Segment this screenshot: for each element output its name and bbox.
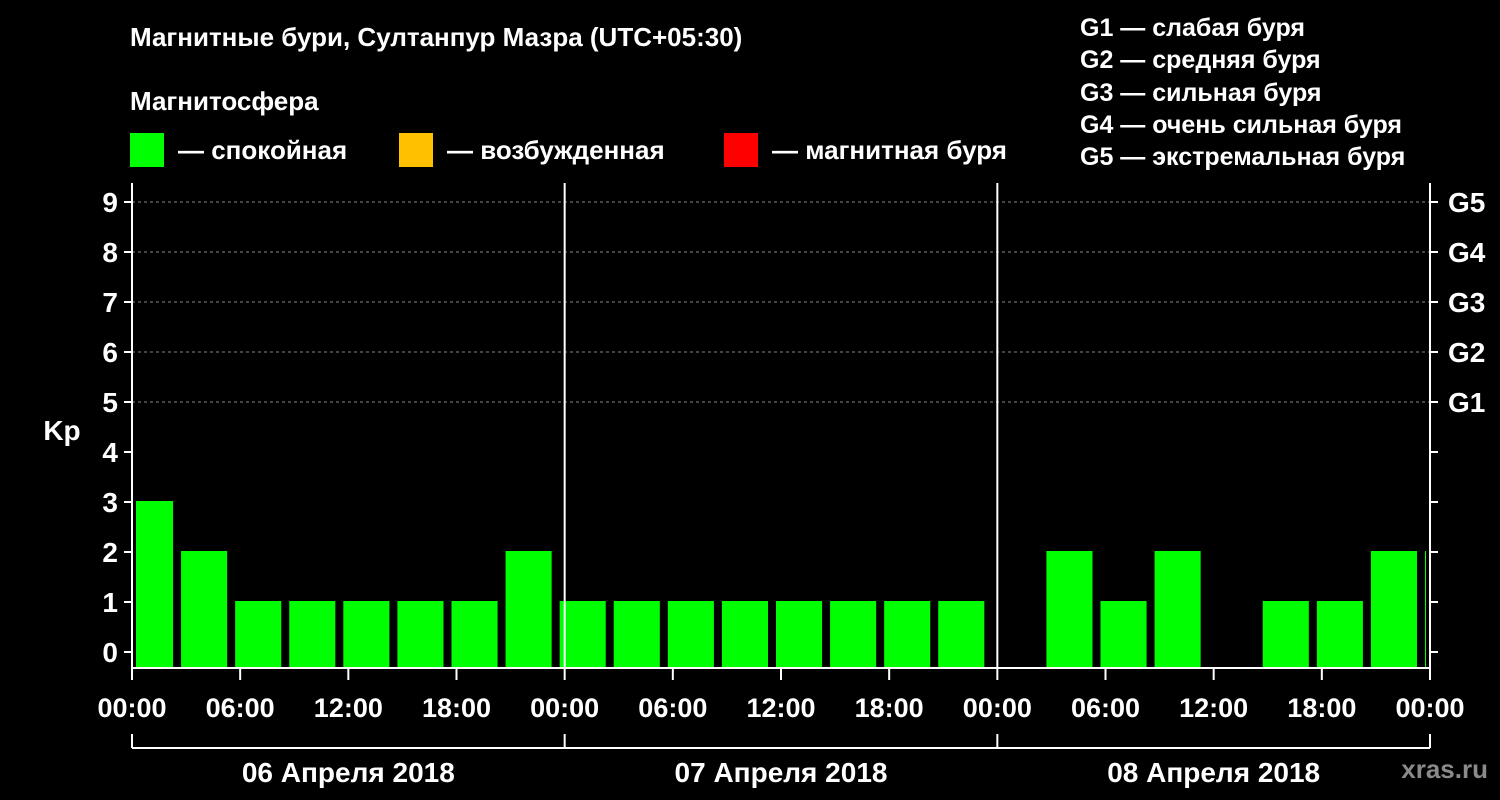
x-tick-label-10: 12:00	[1179, 693, 1248, 723]
kp-bar-13	[830, 601, 877, 668]
x-tick-label-12: 00:00	[1395, 693, 1464, 723]
kp-bar-10	[667, 601, 714, 668]
y-tick-label-9: 9	[102, 187, 118, 218]
x-tick-label-5: 06:00	[638, 693, 707, 723]
y-tick-label-7: 7	[102, 287, 118, 318]
x-tick-label-0: 00:00	[97, 693, 166, 723]
kp-bar-17	[1100, 601, 1147, 668]
x-tick-label-3: 18:00	[422, 693, 491, 723]
kp-bar-2	[235, 601, 282, 668]
kp-bar-12	[775, 601, 823, 668]
g-tick-label-g2: G2	[1448, 337, 1485, 368]
kp-bar-3	[289, 601, 336, 668]
x-tick-label-9: 06:00	[1071, 693, 1140, 723]
x-tick-label-1: 06:00	[206, 693, 275, 723]
kp-bar-18	[1154, 551, 1201, 668]
g-tick-label-g1: G1	[1448, 387, 1485, 418]
kp-bar-6	[451, 601, 498, 668]
kp-bar-9	[613, 601, 660, 668]
kp-bar-5	[397, 601, 444, 668]
kp-bar-19	[1262, 601, 1309, 668]
y-tick-label-8: 8	[102, 237, 118, 268]
day-label-0: 06 Апреля 2018	[242, 757, 455, 788]
x-tick-label-8: 00:00	[963, 693, 1032, 723]
kp-bar-7	[505, 551, 552, 668]
g-tick-label-g5: G5	[1448, 187, 1485, 218]
x-tick-label-2: 12:00	[314, 693, 383, 723]
watermark: xras.ru	[1401, 754, 1488, 784]
g-tick-label-g4: G4	[1448, 237, 1486, 268]
kp-bar-22	[1424, 551, 1426, 668]
x-tick-label-4: 00:00	[530, 693, 599, 723]
kp-bar-16	[1046, 551, 1093, 668]
x-tick-label-6: 12:00	[746, 693, 815, 723]
kp-bar-20	[1316, 601, 1363, 668]
kp-bar-15	[938, 601, 985, 668]
y-tick-label-1: 1	[102, 587, 118, 618]
y-tick-label-5: 5	[102, 387, 118, 418]
kp-bar-14	[884, 601, 931, 668]
y-tick-label-2: 2	[102, 537, 118, 568]
g-tick-label-g3: G3	[1448, 287, 1485, 318]
y-tick-label-3: 3	[102, 487, 118, 518]
kp-bar-0	[136, 501, 174, 668]
kp-bar-21	[1370, 551, 1417, 668]
y-axis-label: Kp	[43, 415, 80, 446]
kp-bar-1	[181, 551, 228, 668]
kp-bar-11	[721, 601, 768, 668]
y-tick-label-0: 0	[102, 637, 118, 668]
kp-bar-8	[559, 601, 606, 668]
y-tick-label-4: 4	[102, 437, 118, 468]
y-tick-label-6: 6	[102, 337, 118, 368]
x-tick-label-11: 18:00	[1287, 693, 1356, 723]
kp-chart: 0 1 2 3 4 5 6 7 8 9 G1 G2 G3 G4 G5 Kp 00:00 06:00 12:00 18:…	[43, 183, 1486, 788]
day-label-1: 07 Апреля 2018	[675, 757, 888, 788]
x-tick-label-7: 18:00	[855, 693, 924, 723]
kp-bar-4	[343, 601, 390, 668]
day-label-2: 08 Апреля 2018	[1107, 757, 1320, 788]
